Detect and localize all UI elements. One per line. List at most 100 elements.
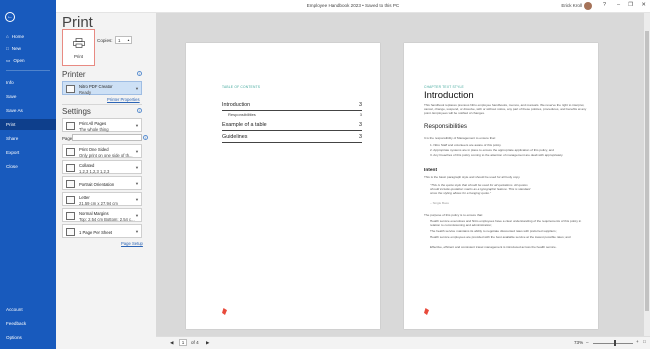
paper-icon [66, 196, 75, 204]
chevron-down-icon: ▼ [135, 123, 139, 128]
zoom-to-page-icon[interactable]: □ [643, 339, 646, 344]
back-arrow-icon[interactable]: ← [5, 12, 15, 22]
chevron-down-icon: ▼ [135, 197, 139, 202]
pages-input[interactable] [72, 134, 142, 141]
body-text: The purpose of this policy is to ensure … [424, 213, 483, 217]
backstage-nav: ← ⌂ Home □ New ▭ Open Info Save Save As Pri… [0, 0, 56, 349]
page-number-input[interactable]: 1 [179, 339, 187, 346]
nav-item-feedback[interactable]: Feedback [0, 318, 56, 329]
printer-device-icon [66, 85, 75, 93]
zoom-level: 73% [574, 340, 584, 345]
nitro-logo [424, 308, 429, 315]
quote-text: "This is the quote style that should be … [430, 183, 531, 196]
nav-item-account[interactable]: Account [0, 304, 56, 315]
collation-select[interactable]: Collated 1,2,3 1,2,3 1,2,3 ▼ [62, 160, 142, 174]
info-icon[interactable]: i [143, 135, 148, 140]
toc-entry: Introduction 3 [222, 102, 362, 108]
zoom-slider[interactable] [593, 343, 633, 344]
nav-item-close[interactable]: Close [0, 161, 56, 172]
spinner-icon[interactable]: ▲ [127, 37, 130, 44]
next-page-icon[interactable]: ▶ [206, 340, 210, 346]
list-item: Health service executives and Nitro empl… [430, 219, 582, 228]
printer-properties-link[interactable]: Printer Properties [107, 97, 140, 102]
page-total: of 4 [191, 340, 199, 345]
printer-icon [73, 38, 85, 48]
chapter-label: CHAPTER TEXT STYLE [424, 85, 464, 89]
chevron-down-icon: ▼ [135, 86, 139, 91]
nav-item-home[interactable]: ⌂ Home [0, 31, 56, 42]
copies-label: Copies: [97, 38, 113, 43]
nav-item-save-as[interactable]: Save As [0, 105, 56, 116]
info-icon[interactable]: i [137, 71, 142, 76]
nav-item-print[interactable]: Print [0, 119, 56, 130]
toc-divider [222, 110, 362, 111]
portrait-icon [66, 180, 75, 188]
info-icon[interactable]: i [137, 108, 142, 113]
home-icon: ⌂ [6, 34, 9, 39]
scrollbar-thumb[interactable] [645, 31, 649, 311]
close-window-button[interactable]: ✕ [641, 2, 646, 8]
nav-item-options[interactable]: Options [0, 332, 56, 343]
list-item: 3. Any breaches of this policy coming to… [430, 153, 564, 157]
nav-item-export[interactable]: Export [0, 147, 56, 158]
printer-select[interactable]: Nitro PDF Creator Ready ▼ [62, 81, 142, 95]
help-icon[interactable]: ? [603, 2, 606, 8]
list-item: Effective, efficient and consistent trav… [430, 245, 557, 249]
orientation-select[interactable]: Portrait Orientation ▼ [62, 176, 142, 190]
avatar[interactable] [584, 2, 592, 10]
nav-item-share[interactable]: Share [0, 133, 56, 144]
minimize-button[interactable]: – [617, 2, 620, 8]
divider [62, 104, 142, 105]
body-text: It is the responsibility of Management t… [424, 136, 496, 140]
list-item: 1. Nitro Staff and volunteers are aware … [430, 143, 502, 147]
preview-scrollbar[interactable] [644, 13, 650, 336]
preview-page-toc: TABLE OF CONTENTS Introduction 3 Responsi… [186, 43, 380, 329]
subheading: Responsibilities [424, 123, 467, 130]
pages-icon [66, 122, 75, 130]
zoom-slider-thumb[interactable] [614, 340, 616, 346]
nav-item-info[interactable]: Info [0, 77, 56, 88]
toc-entry: Example of a table 3 [222, 122, 362, 128]
chevron-down-icon: ▼ [135, 181, 139, 186]
paper-size-select[interactable]: Letter 21.59 cm x 27.94 cm ▼ [62, 192, 142, 206]
preview-footer: ◀ 1 of 4 ▶ 73% – + □ [156, 336, 650, 349]
pages-per-sheet-select[interactable]: 1 Page Per Sheet ▼ [62, 224, 142, 238]
nav-item-open[interactable]: ▭ Open [0, 55, 56, 66]
user-name[interactable]: Erick Kroll [561, 3, 582, 8]
page-setup-link[interactable]: Page Setup [121, 241, 143, 246]
print-backstage: ← ⌂ Home □ New ▭ Open Info Save Save As Pri… [0, 0, 650, 349]
chevron-down-icon: ▼ [135, 229, 139, 234]
quote-author: – Single Bass [430, 201, 449, 205]
settings-heading: Settings [62, 107, 91, 116]
zoom-out-icon[interactable]: – [586, 340, 589, 345]
restore-button[interactable]: ❐ [628, 2, 633, 8]
page-per-sheet-icon [66, 228, 75, 236]
previous-page-icon[interactable]: ◀ [170, 340, 174, 346]
nav-item-save[interactable]: Save [0, 91, 56, 102]
print-range-select[interactable]: Print All Pages The whole thing ▼ [62, 118, 142, 132]
print-button[interactable]: Print [62, 29, 95, 66]
chevron-down-icon: ▼ [135, 213, 139, 218]
print-preview: TABLE OF CONTENTS Introduction 3 Responsi… [156, 13, 650, 336]
toc-entry: Guidelines 3 [222, 134, 362, 140]
list-item: 2. Appropriate systems are in place to e… [430, 148, 554, 152]
nav-item-new[interactable]: □ New [0, 43, 56, 54]
new-document-icon: □ [6, 46, 9, 51]
preview-page-intro: CHAPTER TEXT STYLE Introduction This han… [404, 43, 598, 329]
body-text: This handbook replaces previous Nitro em… [424, 103, 587, 116]
printer-heading: Printer [62, 70, 86, 79]
toc-entry: Responsibilities 3 [228, 112, 362, 117]
title-bar: Employee Handbook 2023 • Saved to this P… [56, 0, 650, 13]
toc-divider [222, 142, 362, 143]
copies-stepper[interactable]: 1 ▲ [115, 36, 132, 44]
toc-divider [222, 130, 362, 131]
chevron-down-icon: ▼ [135, 165, 139, 170]
chevron-down-icon: ▼ [135, 149, 139, 154]
list-item: The health service maintains its ability… [430, 229, 557, 233]
sides-select[interactable]: Print One Sided Only print on one side o… [62, 144, 142, 158]
zoom-in-icon[interactable]: + [636, 339, 639, 344]
margins-select[interactable]: Normal Margins Top: 2.54 cm Bottom: 2.54… [62, 208, 142, 222]
nitro-logo [222, 308, 227, 315]
subheading: Intent [424, 168, 438, 173]
list-item: Health service employees are provided wi… [430, 235, 571, 239]
